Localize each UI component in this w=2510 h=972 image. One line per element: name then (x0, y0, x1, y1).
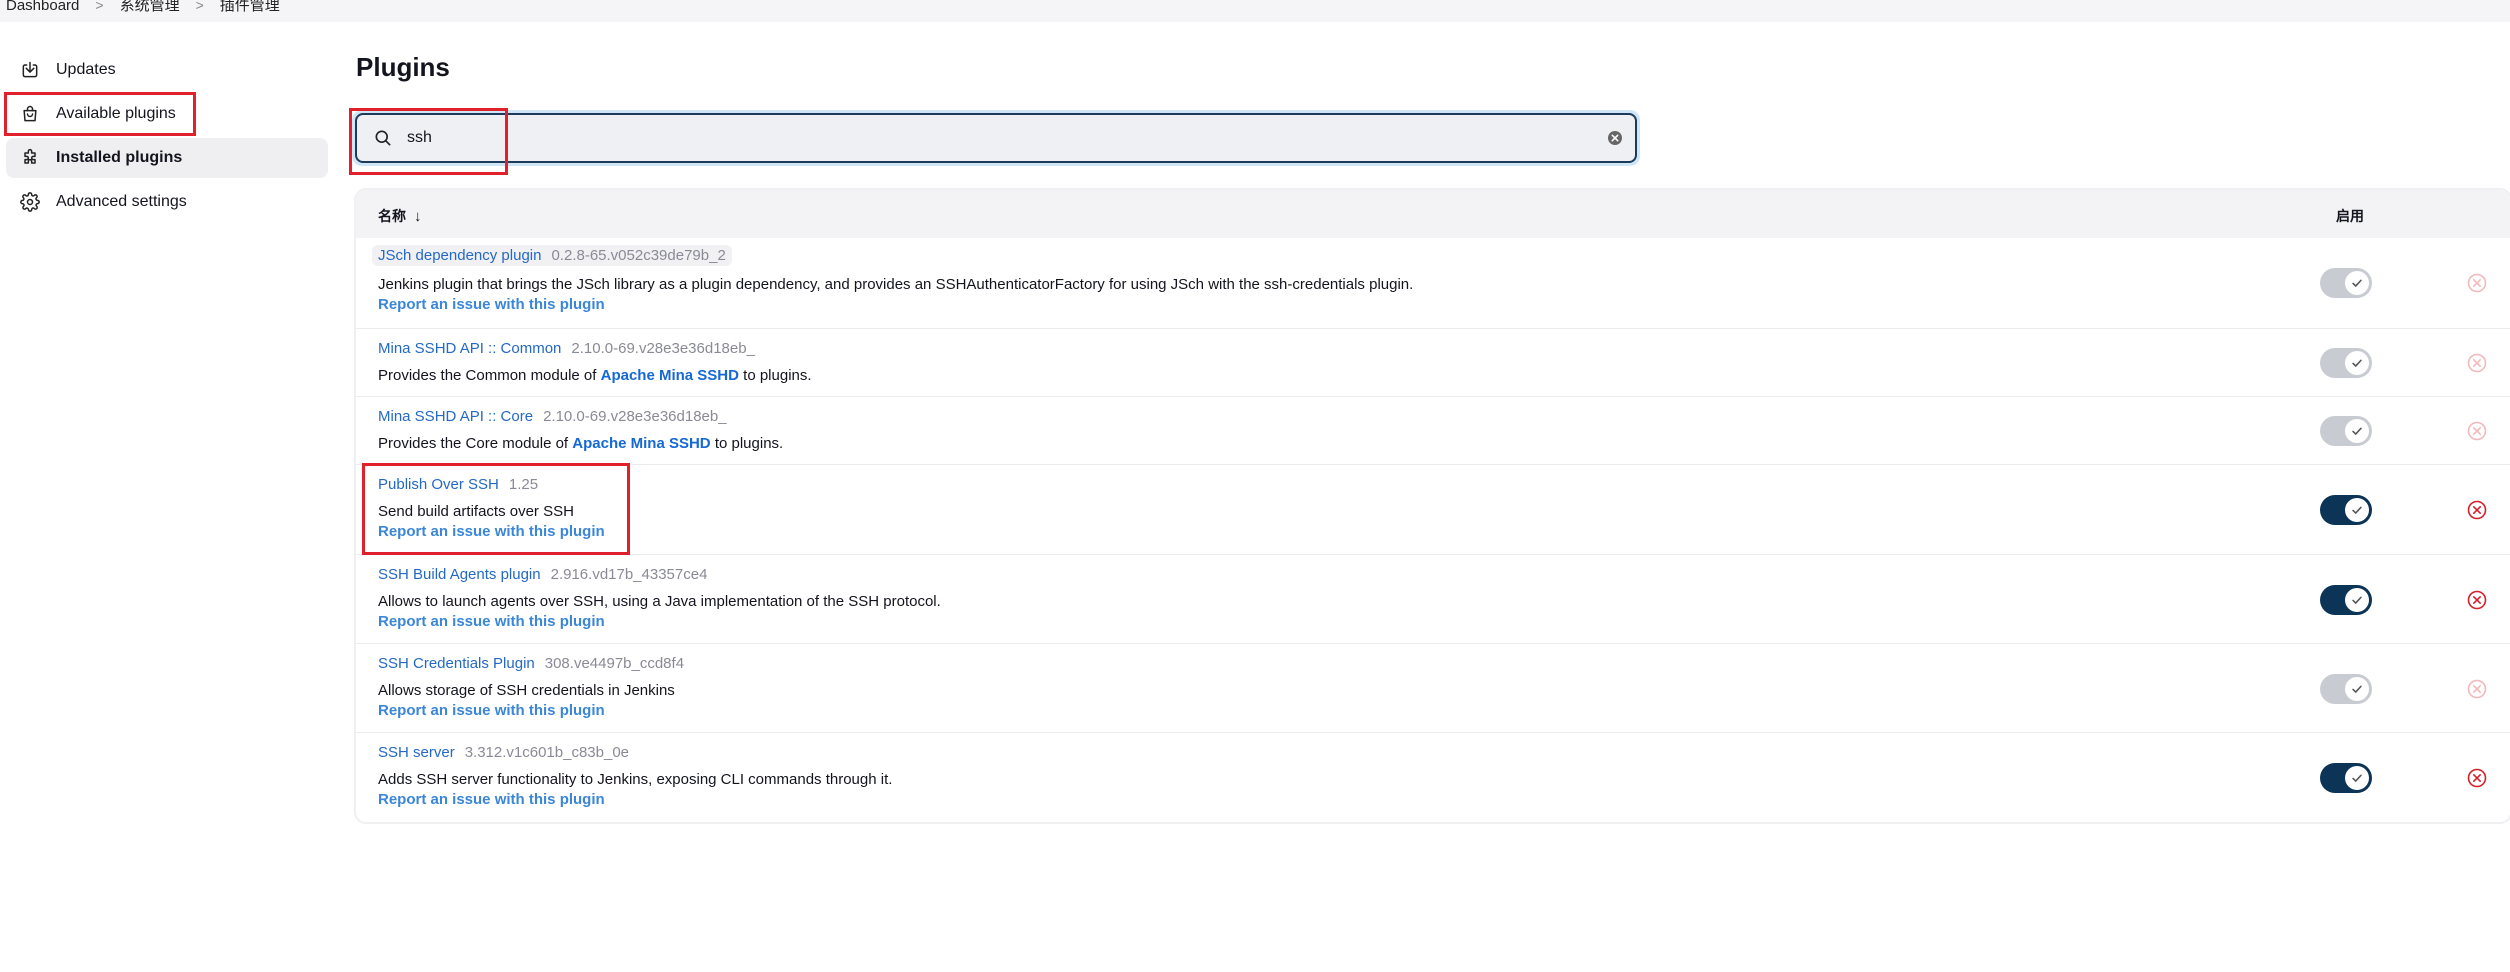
uninstall-icon[interactable] (2466, 589, 2488, 611)
table-header: 名称 ↓ 启用 (356, 190, 2510, 238)
report-issue-link[interactable]: Report an issue with this plugin (378, 523, 605, 540)
plugin-version: 3.312.v1c601b_c83b_0e (464, 744, 629, 761)
plugin-name-line: SSH Build Agents plugin 2.916.vd17b_43357… (378, 566, 707, 583)
breadcrumb-separator: > (195, 0, 204, 13)
plugin-version: 2.10.0-69.v28e3e36d18eb_ (571, 340, 755, 357)
sidebar-item-label: Advanced settings (56, 193, 187, 210)
uninstall-icon[interactable] (2466, 420, 2488, 442)
plugin-description: Provides the Common module of Apache Min… (378, 367, 812, 384)
table-row: SSH server 3.312.v1c601b_c83b_0e Adds SSH … (356, 732, 2510, 822)
apache-mina-sshd-link[interactable]: Apache Mina SSHD (572, 435, 710, 452)
table-row: SSH Credentials Plugin 308.ve4497b_ccd8f4… (356, 643, 2510, 732)
plugin-enable-toggle[interactable] (2320, 673, 2372, 704)
plugin-version: 0.2.8-65.v052c39de79b_2 (551, 247, 726, 264)
plugin-version: 2.10.0-69.v28e3e36d18eb_ (543, 408, 727, 425)
uninstall-icon[interactable] (2466, 499, 2488, 521)
plugin-version: 2.916.vd17b_43357ce4 (550, 566, 708, 583)
plugin-name-line: Publish Over SSH 1.25 (378, 476, 538, 493)
check-icon (2345, 271, 2369, 295)
plugin-description: Send build artifacts over SSH (378, 503, 574, 520)
plugin-name-line: Mina SSHD API :: Core 2.10.0-69.v28e3e36d… (378, 408, 727, 425)
page-title: Plugins (356, 52, 450, 82)
table-row: SSH Build Agents plugin 2.916.vd17b_43357… (356, 554, 2510, 643)
plugin-enable-toggle[interactable] (2320, 495, 2372, 525)
plugin-name-line: SSH Credentials Plugin 308.ve4497b_ccd8f4 (378, 655, 684, 672)
table-row: JSch dependency plugin 0.2.8-65.v052c39de… (356, 238, 2510, 328)
search-box (355, 113, 1637, 163)
plugin-name-link[interactable]: Mina SSHD API :: Common (378, 340, 561, 357)
plugin-name-line: JSch dependency plugin 0.2.8-65.v052c39de… (372, 245, 732, 266)
plugin-name-link[interactable]: JSch dependency plugin (378, 247, 541, 264)
shopping-bag-icon (18, 102, 42, 126)
plugin-enable-toggle[interactable] (2320, 584, 2372, 615)
plugin-name-link[interactable]: Mina SSHD API :: Core (378, 408, 533, 425)
breadcrumb-system-management[interactable]: 系统管理 (120, 0, 180, 13)
plugin-description-text: Provides the Core module of (378, 435, 573, 452)
search-input[interactable] (407, 129, 1507, 147)
table-row: Publish Over SSH 1.25 Send build artifacts… (356, 464, 2510, 554)
installed-plugins-table: 名称 ↓ 启用 JSch dependency plugin 0.2.8-65.v0… (356, 190, 2510, 822)
search-container (352, 110, 1640, 166)
report-issue-link[interactable]: Report an issue with this plugin (378, 613, 605, 630)
sidebar-item-installed-plugins[interactable]: Installed plugins (6, 138, 328, 178)
puzzle-icon (18, 146, 42, 170)
plugin-version: 308.ve4497b_ccd8f4 (544, 655, 685, 672)
plugin-name-link[interactable]: SSH Credentials Plugin (378, 655, 535, 672)
plugin-name-link[interactable]: Publish Over SSH (378, 476, 499, 493)
sidebar-item-label: Updates (56, 61, 116, 78)
sort-arrow-icon: ↓ (414, 208, 422, 225)
sidebar-item-advanced-settings[interactable]: Advanced settings (6, 182, 328, 222)
report-issue-link[interactable]: Report an issue with this plugin (378, 296, 605, 313)
column-header-enabled[interactable]: 启用 (2336, 206, 2364, 226)
breadcrumb-dashboard[interactable]: Dashboard (6, 0, 79, 13)
report-issue-link[interactable]: Report an issue with this plugin (378, 791, 605, 808)
check-icon (2345, 766, 2369, 790)
plugin-description: Adds SSH server functionality to Jenkins… (378, 771, 893, 788)
sidebar-item-label: Available plugins (56, 105, 176, 122)
plugin-description: Allows to launch agents over SSH, using … (378, 593, 941, 610)
uninstall-icon[interactable] (2466, 272, 2488, 294)
apache-mina-sshd-link[interactable]: Apache Mina SSHD (601, 367, 739, 384)
plugin-name-link[interactable]: SSH server (378, 744, 455, 761)
check-icon (2345, 676, 2369, 701)
uninstall-icon[interactable] (2466, 767, 2488, 789)
plugin-description: Allows storage of SSH credentials in Jen… (378, 682, 675, 699)
plugin-enable-toggle[interactable] (2320, 416, 2372, 446)
column-header-name[interactable]: 名称 ↓ (378, 206, 422, 226)
sidebar-item-updates[interactable]: Updates (6, 50, 328, 90)
plugin-description-text: to plugins. (710, 435, 784, 452)
report-issue-link[interactable]: Report an issue with this plugin (378, 702, 605, 719)
breadcrumb: Dashboard > 系统管理 > 插件管理 (0, 0, 2510, 22)
plugin-name-link[interactable]: SSH Build Agents plugin (378, 566, 541, 583)
plugin-enable-toggle[interactable] (2320, 268, 2372, 298)
plugin-description-text: Provides the Common module of (378, 367, 601, 384)
sidebar-item-available-plugins[interactable]: Available plugins (4, 92, 196, 136)
plugin-name-line: SSH server 3.312.v1c601b_c83b_0e (378, 744, 629, 761)
plugin-enable-toggle[interactable] (2320, 763, 2372, 793)
plugin-description: Jenkins plugin that brings the JSch libr… (378, 276, 1414, 293)
plugin-description-text: to plugins. (738, 367, 812, 384)
check-icon (2345, 351, 2369, 375)
clear-search-icon[interactable] (1607, 130, 1623, 146)
sidebar-item-label: Installed plugins (56, 149, 183, 166)
plugin-name-line: Mina SSHD API :: Common 2.10.0-69.v28e3e3… (378, 340, 755, 357)
search-icon (373, 128, 393, 148)
uninstall-icon[interactable] (2466, 352, 2488, 374)
plugin-enable-toggle[interactable] (2320, 348, 2372, 378)
table-row: Mina SSHD API :: Common 2.10.0-69.v28e3e3… (356, 328, 2510, 396)
breadcrumb-plugin-management[interactable]: 插件管理 (220, 0, 280, 13)
check-icon (2345, 498, 2369, 522)
download-icon (18, 58, 42, 82)
plugin-description: Provides the Core module of Apache Mina … (378, 435, 783, 452)
gear-icon (18, 190, 42, 214)
plugin-version: 1.25 (508, 476, 539, 493)
check-icon (2345, 419, 2369, 443)
column-header-name-label: 名称 (378, 208, 406, 224)
check-icon (2345, 587, 2369, 612)
breadcrumb-separator: > (95, 0, 104, 13)
uninstall-icon[interactable] (2466, 678, 2488, 700)
table-row: Mina SSHD API :: Core 2.10.0-69.v28e3e36d… (356, 396, 2510, 464)
